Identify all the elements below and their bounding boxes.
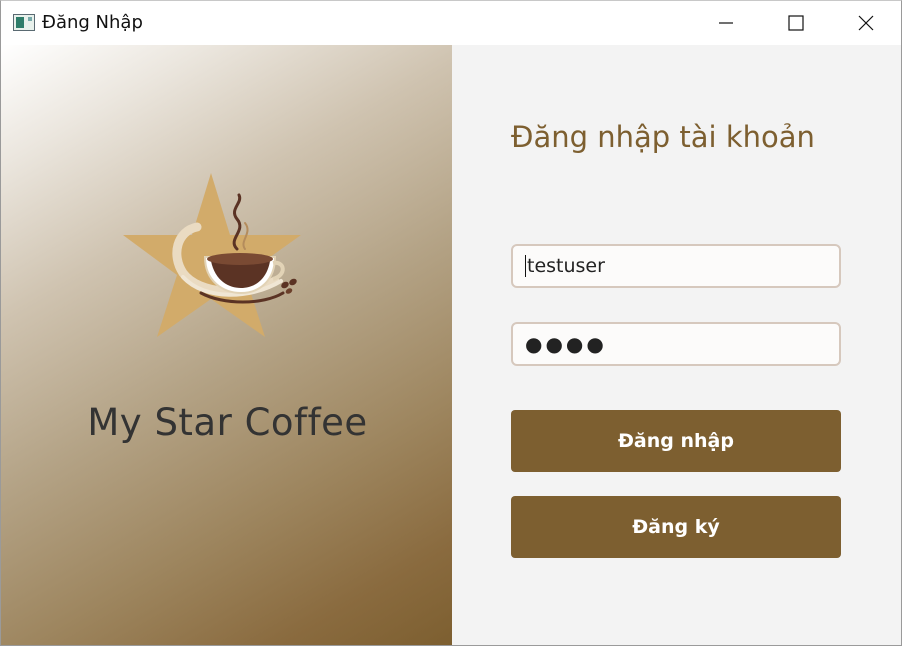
star-coffee-cup-logo [123, 173, 301, 337]
brand-name: My Star Coffee [87, 401, 368, 444]
login-heading: Đăng nhập tài khoản [511, 120, 815, 154]
register-button[interactable]: Đăng ký [511, 496, 841, 558]
maximize-icon [788, 15, 804, 31]
text-caret [525, 255, 526, 277]
star-shape [123, 173, 301, 337]
password-input[interactable]: ●●●● [511, 322, 841, 366]
app-window-icon [13, 14, 35, 31]
login-button[interactable]: Đăng nhập [511, 410, 841, 472]
minimize-button[interactable] [691, 1, 761, 45]
brand-panel: My Star Coffee [1, 45, 452, 645]
password-value: ●●●● [525, 332, 607, 356]
minimize-icon [719, 22, 733, 24]
username-input[interactable]: testuser [511, 244, 841, 288]
close-icon [858, 15, 874, 31]
maximize-button[interactable] [761, 1, 831, 45]
login-window: Đăng Nhập My Star Coffee Đăng nhập tài k… [0, 0, 902, 646]
username-value: testuser [527, 255, 605, 277]
login-panel: Đăng nhập tài khoản testuser ●●●● Đăng n… [452, 45, 901, 645]
title-bar[interactable]: Đăng Nhập [1, 1, 901, 45]
close-button[interactable] [831, 1, 901, 45]
window-title: Đăng Nhập [42, 12, 143, 33]
